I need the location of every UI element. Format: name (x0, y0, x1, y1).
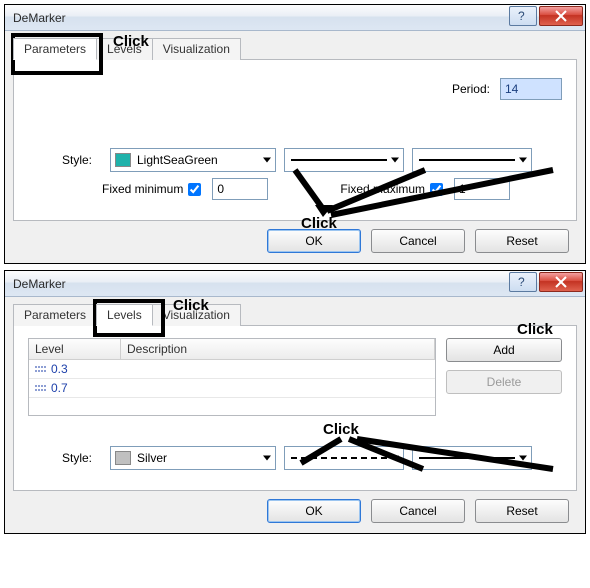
demarker-dialog-parameters: DeMarker ? Parameters Levels Visualizati… (4, 4, 586, 264)
color-swatch (115, 451, 131, 465)
fixed-minimum-input[interactable] (212, 178, 268, 200)
tab-levels[interactable]: Levels (96, 304, 153, 326)
title-bar: DeMarker ? (5, 271, 585, 297)
style-color-name: Silver (137, 451, 271, 465)
period-input[interactable] (500, 78, 562, 100)
fixed-maximum-checkbox[interactable] (430, 183, 443, 196)
tab-strip: Parameters Levels Visualization (13, 303, 577, 326)
help-button[interactable]: ? (509, 6, 537, 26)
tab-visualization[interactable]: Visualization (152, 38, 241, 60)
svg-text:?: ? (518, 276, 525, 288)
col-level[interactable]: Level (29, 339, 121, 359)
fixed-minimum-label: Fixed minimum (102, 182, 183, 196)
tab-levels[interactable]: Levels (96, 38, 153, 60)
period-label: Period: (450, 82, 500, 96)
svg-text:?: ? (518, 10, 525, 22)
table-row[interactable]: 0.7 (29, 379, 435, 398)
level-desc (121, 379, 435, 397)
levels-grid[interactable]: Level Description 0.3 0.7 (28, 338, 436, 416)
style-label: Style: (28, 451, 102, 465)
cancel-button[interactable]: Cancel (371, 229, 465, 253)
tab-strip: Parameters Levels Visualization (13, 37, 577, 60)
line-preview (419, 159, 515, 161)
chevron-down-icon (391, 158, 399, 163)
line-style-select[interactable] (284, 446, 404, 470)
col-description[interactable]: Description (121, 339, 435, 359)
reset-button[interactable]: Reset (475, 499, 569, 523)
ok-button[interactable]: OK (267, 229, 361, 253)
line-preview (419, 457, 515, 459)
style-label: Style: (28, 153, 102, 167)
tab-parameters[interactable]: Parameters (13, 38, 97, 60)
level-value: 0.7 (51, 381, 68, 395)
line-preview (291, 457, 387, 459)
style-color-name: LightSeaGreen (137, 153, 271, 167)
chevron-down-icon (391, 456, 399, 461)
line-preview (291, 159, 387, 161)
fixed-maximum-label: Fixed maximum (340, 182, 425, 196)
ok-button[interactable]: OK (267, 499, 361, 523)
demarker-dialog-levels: DeMarker ? Parameters Levels Visualizati… (4, 270, 586, 534)
chevron-down-icon (263, 456, 271, 461)
line-style-select[interactable] (284, 148, 404, 172)
cancel-button[interactable]: Cancel (371, 499, 465, 523)
color-swatch (115, 153, 131, 167)
level-value: 0.3 (51, 362, 68, 376)
chevron-down-icon (263, 158, 271, 163)
close-button[interactable] (539, 6, 583, 26)
line-width-select[interactable] (412, 148, 532, 172)
style-color-select[interactable]: Silver (110, 446, 276, 470)
add-button[interactable]: Add (446, 338, 562, 362)
help-icon: ? (518, 10, 528, 22)
close-icon (555, 10, 567, 22)
close-icon (555, 276, 567, 288)
window-title: DeMarker (13, 277, 66, 291)
level-icon (35, 384, 47, 392)
style-color-select[interactable]: LightSeaGreen (110, 148, 276, 172)
help-icon: ? (518, 276, 528, 288)
level-desc (121, 360, 435, 378)
line-width-select[interactable] (412, 446, 532, 470)
delete-button: Delete (446, 370, 562, 394)
level-icon (35, 365, 47, 373)
help-button[interactable]: ? (509, 272, 537, 292)
tab-parameters[interactable]: Parameters (13, 304, 97, 326)
fixed-minimum-checkbox[interactable] (188, 183, 201, 196)
window-title: DeMarker (13, 11, 66, 25)
title-bar: DeMarker ? (5, 5, 585, 31)
tab-visualization[interactable]: Visualization (152, 304, 241, 326)
chevron-down-icon (519, 158, 527, 163)
table-row[interactable]: 0.3 (29, 360, 435, 379)
reset-button[interactable]: Reset (475, 229, 569, 253)
chevron-down-icon (519, 456, 527, 461)
close-button[interactable] (539, 272, 583, 292)
fixed-maximum-input[interactable] (454, 178, 510, 200)
